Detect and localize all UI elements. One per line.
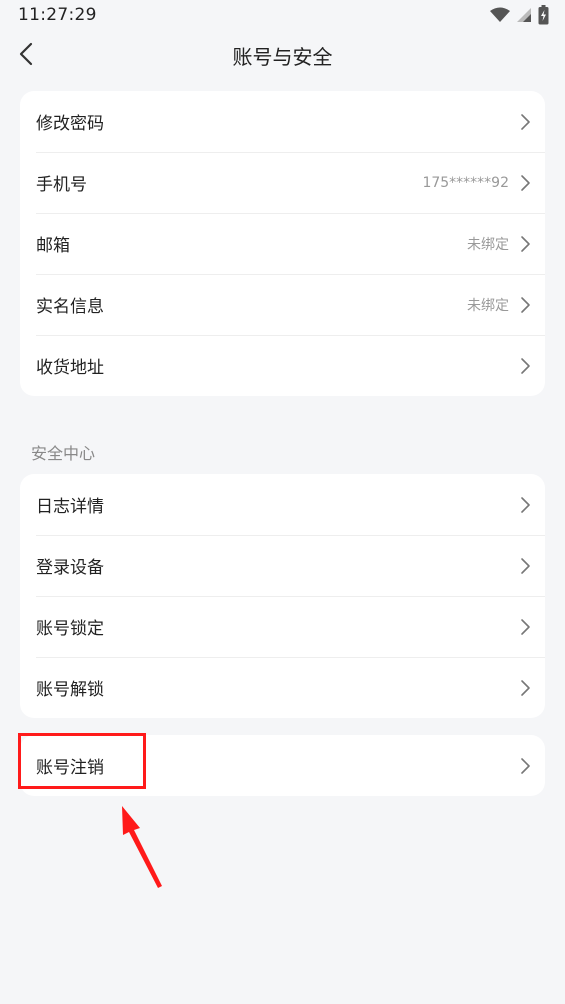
account-unlock-row[interactable]: 账号解锁 [20, 657, 545, 718]
status-time: 11:27:29 [18, 5, 97, 25]
phone-number-row[interactable]: 手机号 175******92 [20, 152, 545, 213]
chevron-right-icon [521, 757, 530, 774]
chevron-right-icon [521, 296, 530, 313]
real-name-info-row[interactable]: 实名信息 未绑定 [20, 274, 545, 335]
account-lock-row[interactable]: 账号锁定 [20, 596, 545, 657]
chevron-right-icon [521, 557, 530, 574]
status-bar: 11:27:29 [0, 0, 565, 32]
shipping-address-row[interactable]: 收货地址 [20, 335, 545, 396]
battery-charging-icon [538, 5, 549, 25]
account-cancellation-row[interactable]: 账号注销 [20, 735, 545, 796]
row-label: 收货地址 [36, 358, 104, 378]
chevron-right-icon [521, 618, 530, 635]
row-label: 手机号 [36, 175, 87, 195]
nav-bar: 账号与安全 [0, 32, 565, 76]
account-cancellation-card: 账号注销 [20, 735, 545, 796]
security-center-section-title: 安全中心 [31, 444, 96, 463]
chevron-right-icon [521, 496, 530, 513]
chevron-right-icon [521, 235, 530, 252]
row-label: 账号注销 [36, 758, 104, 778]
security-center-card: 日志详情 登录设备 账号锁定 账号解锁 [20, 474, 545, 718]
email-row[interactable]: 邮箱 未绑定 [20, 213, 545, 274]
row-label: 实名信息 [36, 297, 104, 317]
chevron-right-icon [521, 357, 530, 374]
row-label: 修改密码 [36, 114, 104, 134]
wifi-icon [490, 7, 510, 22]
annotation-arrow-icon [122, 806, 162, 888]
signal-icon [517, 8, 531, 22]
page-title: 账号与安全 [232, 45, 333, 69]
log-details-row[interactable]: 日志详情 [20, 474, 545, 535]
login-devices-row[interactable]: 登录设备 [20, 535, 545, 596]
row-label: 账号锁定 [36, 619, 104, 639]
chevron-right-icon [521, 174, 530, 191]
real-name-status-value: 未绑定 [467, 297, 509, 314]
status-icons [490, 5, 549, 25]
phone-number-value: 175******92 [422, 174, 509, 191]
account-settings-card: 修改密码 手机号 175******92 邮箱 未绑定 实名信息 未绑定 收货地… [20, 91, 545, 396]
email-status-value: 未绑定 [467, 236, 509, 253]
row-label: 账号解锁 [36, 680, 104, 700]
row-label: 日志详情 [36, 497, 104, 517]
row-label: 登录设备 [36, 558, 104, 578]
row-label: 邮箱 [36, 236, 70, 256]
change-password-row[interactable]: 修改密码 [20, 91, 545, 152]
chevron-right-icon [521, 679, 530, 696]
chevron-right-icon [521, 113, 530, 130]
